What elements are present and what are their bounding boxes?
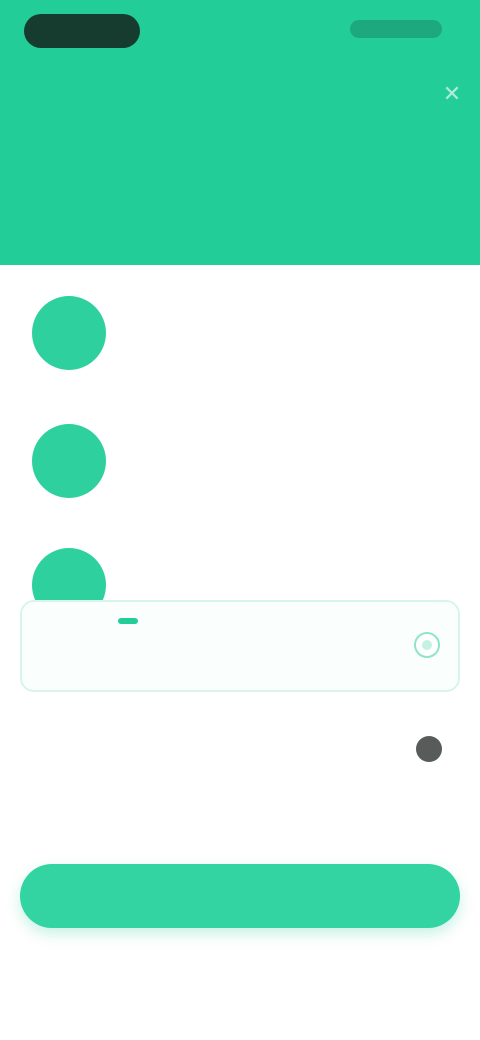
header: ✕ xyxy=(0,0,480,265)
feature-icon xyxy=(32,296,106,370)
continue-button[interactable] xyxy=(20,864,460,928)
plan-option[interactable] xyxy=(20,706,460,798)
feature-item xyxy=(30,296,450,386)
status-indicators xyxy=(350,20,442,38)
close-icon[interactable]: ✕ xyxy=(438,80,466,108)
status-time-pill xyxy=(24,14,140,48)
plan-price xyxy=(40,754,44,774)
plan-option-selected[interactable] xyxy=(20,600,460,692)
plan-price xyxy=(42,650,46,670)
plan-badge xyxy=(118,618,138,624)
radio-unselected-icon[interactable] xyxy=(416,736,442,762)
feature-item xyxy=(30,424,450,514)
feature-icon xyxy=(32,424,106,498)
radio-selected-icon[interactable] xyxy=(414,632,440,658)
